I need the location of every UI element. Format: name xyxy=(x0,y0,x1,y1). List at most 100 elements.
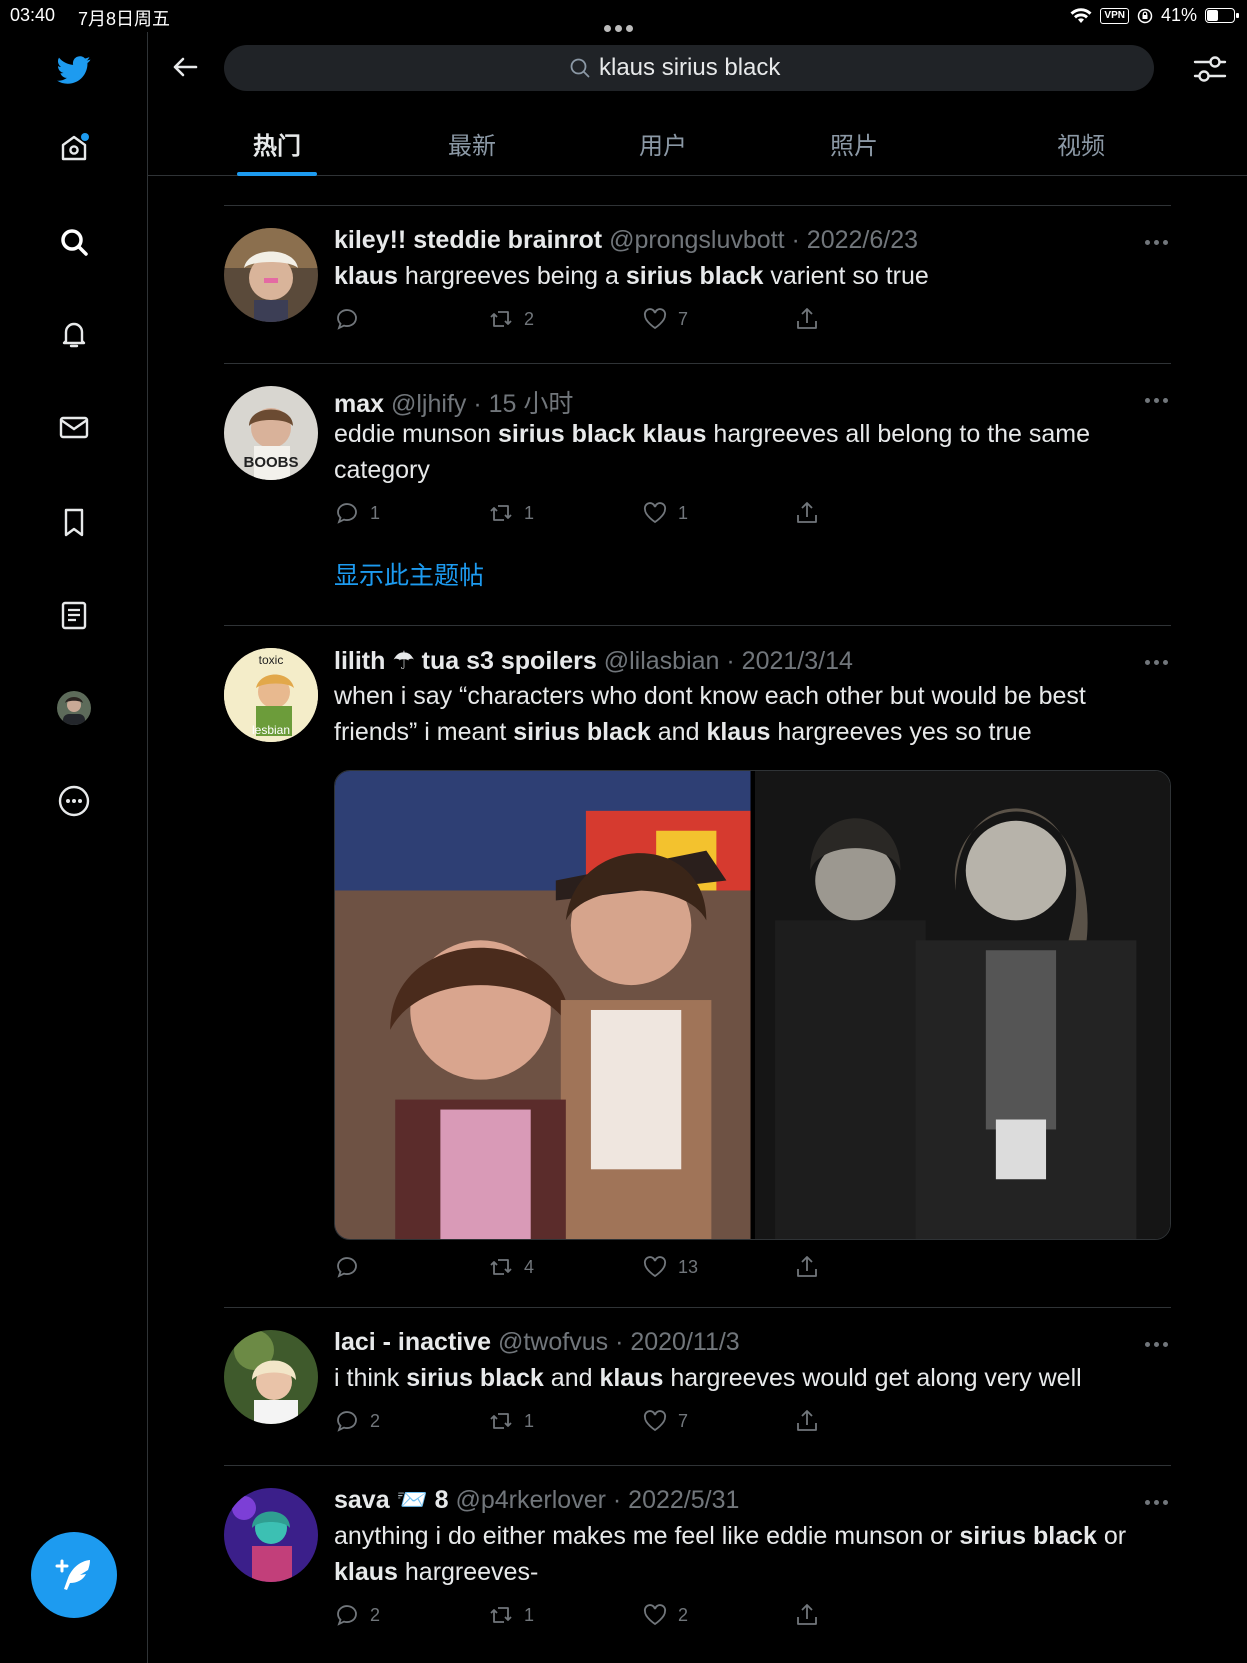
share-button[interactable] xyxy=(794,1254,820,1280)
tweet[interactable]: BOOBS max @ljhify · 15 小时 eddie munson s… xyxy=(224,364,1171,626)
avatar[interactable] xyxy=(224,1488,318,1582)
tweet-time[interactable]: · 2020/11/3 xyxy=(615,1328,740,1356)
tweet-text: anything i do either makes me feel like … xyxy=(334,1522,1127,1586)
tab-top[interactable]: 热门 xyxy=(237,120,317,176)
retweet-button[interactable]: 1 xyxy=(488,1408,534,1434)
avatar-caption: BOOBS xyxy=(243,454,298,471)
back-arrow-icon[interactable] xyxy=(168,50,202,84)
avatar[interactable]: BOOBS xyxy=(224,386,318,480)
battery-percent: 41% xyxy=(1160,5,1197,25)
username[interactable]: @p4rkerlover xyxy=(456,1486,606,1514)
tab-videos[interactable]: 视频 xyxy=(1041,120,1121,176)
tweet-time[interactable]: · 15 小时 xyxy=(473,390,573,418)
heart-icon xyxy=(643,502,667,524)
retweet-button[interactable]: 2 xyxy=(488,306,534,332)
tweet[interactable]: sava 📨 8 @p4rkerlover · 2022/5/31 anythi… xyxy=(224,1466,1171,1663)
tweet-actions: 2 1 7 xyxy=(334,1408,834,1438)
reply-button[interactable]: 2 xyxy=(334,1602,380,1628)
search-header: 热门 最新 用户 照片 视频 xyxy=(148,32,1247,176)
show-thread-link[interactable]: 显示此主题帖 xyxy=(334,556,484,592)
share-button[interactable] xyxy=(794,1602,820,1628)
reply-button[interactable] xyxy=(334,306,370,332)
tab-label: 用户 xyxy=(639,133,687,160)
more-menu-icon[interactable] xyxy=(1145,238,1171,246)
messages-envelope-icon[interactable] xyxy=(54,407,94,447)
like-button[interactable]: 2 xyxy=(642,1602,688,1628)
tweet-time[interactable]: · 2021/3/14 xyxy=(726,647,853,675)
retweet-button[interactable]: 1 xyxy=(488,500,534,526)
retweet-button[interactable]: 1 xyxy=(488,1602,534,1628)
search-input[interactable] xyxy=(599,54,809,82)
share-button[interactable] xyxy=(794,306,820,332)
reply-icon xyxy=(337,1605,357,1626)
heart-icon xyxy=(643,308,667,330)
reply-icon xyxy=(337,503,357,524)
share-button[interactable] xyxy=(794,500,820,526)
search-filter-settings-icon[interactable] xyxy=(1191,50,1229,88)
compose-tweet-button[interactable] xyxy=(31,1532,117,1618)
retweet-count: 4 xyxy=(524,1256,535,1277)
tab-latest[interactable]: 最新 xyxy=(432,120,512,176)
display-name[interactable]: max xyxy=(334,390,384,418)
like-button[interactable]: 7 xyxy=(642,1408,688,1434)
tweet-photo[interactable] xyxy=(754,771,1170,1239)
reply-button[interactable] xyxy=(334,1254,370,1280)
more-menu-icon[interactable] xyxy=(1145,1340,1171,1348)
display-name[interactable]: lilith ☂ tua s3 spoilers xyxy=(334,647,597,675)
retweet-button[interactable]: 4 xyxy=(488,1254,534,1280)
share-button[interactable] xyxy=(794,1408,820,1434)
tab-people[interactable]: 用户 xyxy=(623,120,703,176)
more-menu-icon[interactable] xyxy=(1145,1498,1171,1506)
tab-photos[interactable]: 照片 xyxy=(814,120,894,176)
retweet-count: 1 xyxy=(524,502,535,523)
username[interactable]: @twofvus xyxy=(498,1328,608,1356)
like-button[interactable]: 1 xyxy=(642,500,688,526)
retweet-icon xyxy=(490,1259,512,1275)
more-menu-icon[interactable] xyxy=(1145,396,1171,404)
display-name[interactable]: kiley!! steddie brainrot xyxy=(334,226,602,254)
avatar[interactable] xyxy=(224,228,318,322)
tweet[interactable]: toxic lesbian lilith ☂ tua s3 spoilers @l… xyxy=(224,626,1171,1308)
like-button[interactable]: 13 xyxy=(642,1254,698,1280)
tweet-text: klaus hargreeves being a sirius black va… xyxy=(334,262,929,290)
share-icon xyxy=(797,502,817,523)
tweet-header: sava 📨 8 @p4rkerlover · 2022/5/31 xyxy=(334,1486,739,1515)
retweet-icon xyxy=(490,1413,512,1429)
username[interactable]: @prongsluvbott xyxy=(609,226,784,254)
share-icon xyxy=(797,1256,817,1277)
bookmarks-icon[interactable] xyxy=(54,502,94,542)
battery-icon xyxy=(1205,8,1239,23)
username[interactable]: @lilasbian xyxy=(604,647,720,675)
reply-button[interactable]: 1 xyxy=(334,500,380,526)
more-menu-icon[interactable] xyxy=(1145,658,1171,666)
profile-avatar[interactable] xyxy=(54,688,94,728)
tweet-actions: 2 1 2 xyxy=(334,1602,834,1632)
tweet-text: when i say “characters who dont know eac… xyxy=(334,682,1086,746)
more-options-icon[interactable] xyxy=(54,781,94,821)
heart-icon xyxy=(643,1604,667,1626)
search-bar[interactable] xyxy=(224,45,1154,91)
username[interactable]: @ljhify xyxy=(391,390,466,418)
retweet-count: 1 xyxy=(524,1604,535,1625)
tweet[interactable]: laci - inactive @twofvus · 2020/11/3 i t… xyxy=(224,1308,1171,1466)
notifications-bell-icon[interactable] xyxy=(54,314,94,354)
twitter-logo-icon[interactable] xyxy=(54,50,94,90)
tweet-time[interactable]: · 2022/6/23 xyxy=(792,226,919,254)
tweet-photo[interactable] xyxy=(335,771,751,1239)
tweet-time[interactable]: · 2022/5/31 xyxy=(613,1486,740,1514)
share-icon xyxy=(797,308,817,329)
reply-button[interactable]: 2 xyxy=(334,1408,380,1434)
like-button[interactable]: 7 xyxy=(642,306,688,332)
display-name[interactable]: sava 📨 8 xyxy=(334,1486,449,1514)
search-icon[interactable] xyxy=(54,222,94,262)
share-icon xyxy=(797,1410,817,1431)
retweet-count: 2 xyxy=(524,308,535,329)
tweet-media-grid[interactable] xyxy=(334,770,1171,1240)
tweet[interactable]: kiley!! steddie brainrot @prongsluvbott … xyxy=(224,206,1171,364)
lists-icon[interactable] xyxy=(54,595,94,635)
display-name[interactable]: laci - inactive xyxy=(334,1328,491,1356)
home-icon[interactable] xyxy=(54,128,94,168)
avatar[interactable] xyxy=(224,1330,318,1424)
avatar[interactable]: toxic lesbian xyxy=(224,648,318,742)
tweet-actions: 2 7 xyxy=(334,306,834,336)
